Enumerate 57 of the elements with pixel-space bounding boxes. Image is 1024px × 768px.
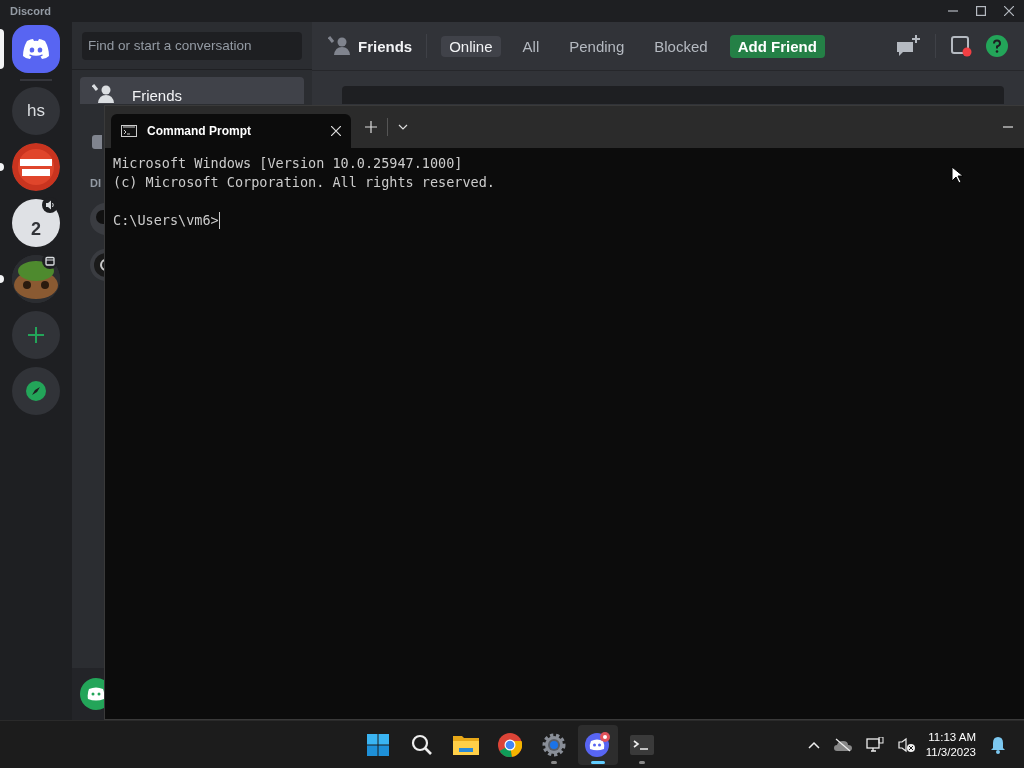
search-icon xyxy=(411,733,433,756)
plus-icon xyxy=(27,326,45,344)
dropdown-icon[interactable] xyxy=(398,124,408,130)
terminal-icon xyxy=(121,125,137,137)
mouse-pointer-icon xyxy=(951,166,963,184)
new-tab-icon[interactable] xyxy=(365,121,377,133)
explore-button[interactable] xyxy=(12,367,60,415)
clock-time: 11:13 AM xyxy=(928,729,976,745)
folder-icon xyxy=(453,733,479,756)
conversation-search-field[interactable]: Find or start a conversation xyxy=(82,31,302,60)
help-icon[interactable] xyxy=(986,35,1008,57)
server-icon[interactable]: 2 xyxy=(12,199,60,247)
filter-tab[interactable]: Online xyxy=(441,35,501,57)
browser-icon xyxy=(498,732,522,757)
terminal-tab[interactable]: Command Prompt xyxy=(111,114,351,148)
console-line: Microsoft Windows [Version 10.0.25947.1000] xyxy=(113,154,464,173)
server-icon[interactable]: hs xyxy=(12,87,60,135)
cloud-icon[interactable] xyxy=(833,737,852,752)
close-icon[interactable] xyxy=(1004,6,1014,16)
chevron-up-icon[interactable] xyxy=(807,740,820,749)
taskbar-app[interactable] xyxy=(578,724,618,765)
filter-tab[interactable]: All xyxy=(514,35,548,57)
tab-title: Command Prompt xyxy=(147,124,251,138)
discord-logo-icon xyxy=(22,38,50,60)
chat-app-icon xyxy=(585,731,611,758)
terminal-icon xyxy=(630,734,654,755)
clock[interactable]: 11:13 AM 11/3/2023 xyxy=(925,729,976,760)
filter-tab[interactable]: Pending xyxy=(561,35,633,57)
gear-icon xyxy=(542,732,566,757)
nitro-icon xyxy=(92,135,102,149)
friends-icon xyxy=(328,36,350,56)
home-button[interactable] xyxy=(12,25,60,73)
inbox-icon[interactable] xyxy=(950,35,972,57)
muted-speaker-icon[interactable] xyxy=(897,736,916,753)
running-indicator xyxy=(591,760,605,764)
add-friend-button[interactable]: Add Friend xyxy=(729,34,825,58)
friends-icon xyxy=(92,84,114,104)
filter-tab[interactable]: Blocked xyxy=(646,35,716,57)
network-icon[interactable] xyxy=(865,736,884,753)
bell-icon[interactable] xyxy=(990,735,1006,754)
maximize-icon[interactable] xyxy=(976,6,986,16)
close-icon[interactable] xyxy=(331,126,341,136)
app-title: Discord xyxy=(10,5,51,17)
friends-nav-item[interactable]: Friends xyxy=(80,77,304,104)
page-title: Friends xyxy=(358,37,413,55)
clock-date: 11/3/2023 xyxy=(925,744,976,760)
command-prompt[interactable]: C:\Users\vm6> xyxy=(113,211,219,230)
section-heading: DI xyxy=(90,177,101,189)
console-line: (c) Microsoft Corporation. All rights reserved. xyxy=(113,173,496,192)
compass-icon xyxy=(26,381,46,401)
new-message-icon[interactable] xyxy=(895,34,921,58)
friends-search-field[interactable] xyxy=(342,86,1004,104)
windows-logo-icon xyxy=(367,733,389,756)
running-indicator xyxy=(639,760,645,764)
text-cursor xyxy=(218,212,220,229)
running-indicator xyxy=(551,760,557,764)
add-server-button[interactable] xyxy=(12,311,60,359)
